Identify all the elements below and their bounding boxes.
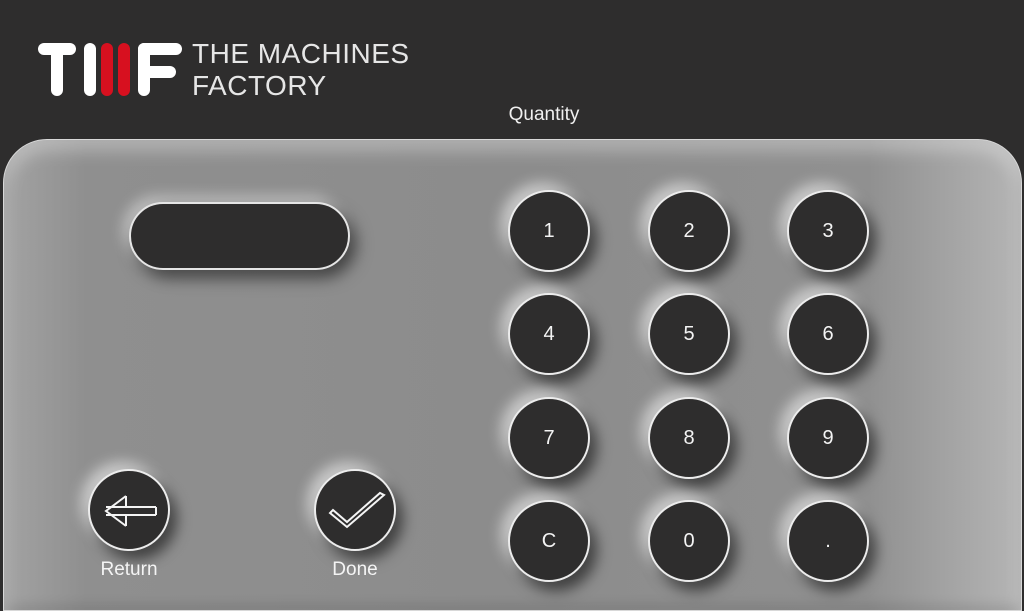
- key-clear[interactable]: C: [508, 500, 590, 582]
- page-title: Quantity: [508, 104, 580, 125]
- key-6[interactable]: 6: [787, 293, 869, 375]
- done-button[interactable]: [314, 469, 396, 551]
- checkmark-icon: [328, 491, 386, 529]
- key-5[interactable]: 5: [648, 293, 730, 375]
- key-9[interactable]: 9: [787, 397, 869, 479]
- quantity-display: [129, 202, 350, 270]
- return-label: Return: [100, 559, 158, 580]
- key-8[interactable]: 8: [648, 397, 730, 479]
- key-3[interactable]: 3: [787, 190, 869, 272]
- tmf-logo: [38, 43, 182, 96]
- brand-name-line1: THE MACHINES: [192, 38, 410, 69]
- key-1[interactable]: 1: [508, 190, 590, 272]
- key-7[interactable]: 7: [508, 397, 590, 479]
- key-4[interactable]: 4: [508, 293, 590, 375]
- brand-name-line2: FACTORY: [192, 70, 327, 101]
- key-0[interactable]: 0: [648, 500, 730, 582]
- done-label: Done: [332, 559, 378, 580]
- key-2[interactable]: 2: [648, 190, 730, 272]
- brand-name: THE MACHINES FACTORY: [192, 38, 410, 102]
- key-decimal[interactable]: .: [787, 500, 869, 582]
- return-button[interactable]: [88, 469, 170, 551]
- header: THE MACHINES FACTORY Quantity: [0, 0, 1024, 138]
- arrow-left-icon: [104, 495, 157, 527]
